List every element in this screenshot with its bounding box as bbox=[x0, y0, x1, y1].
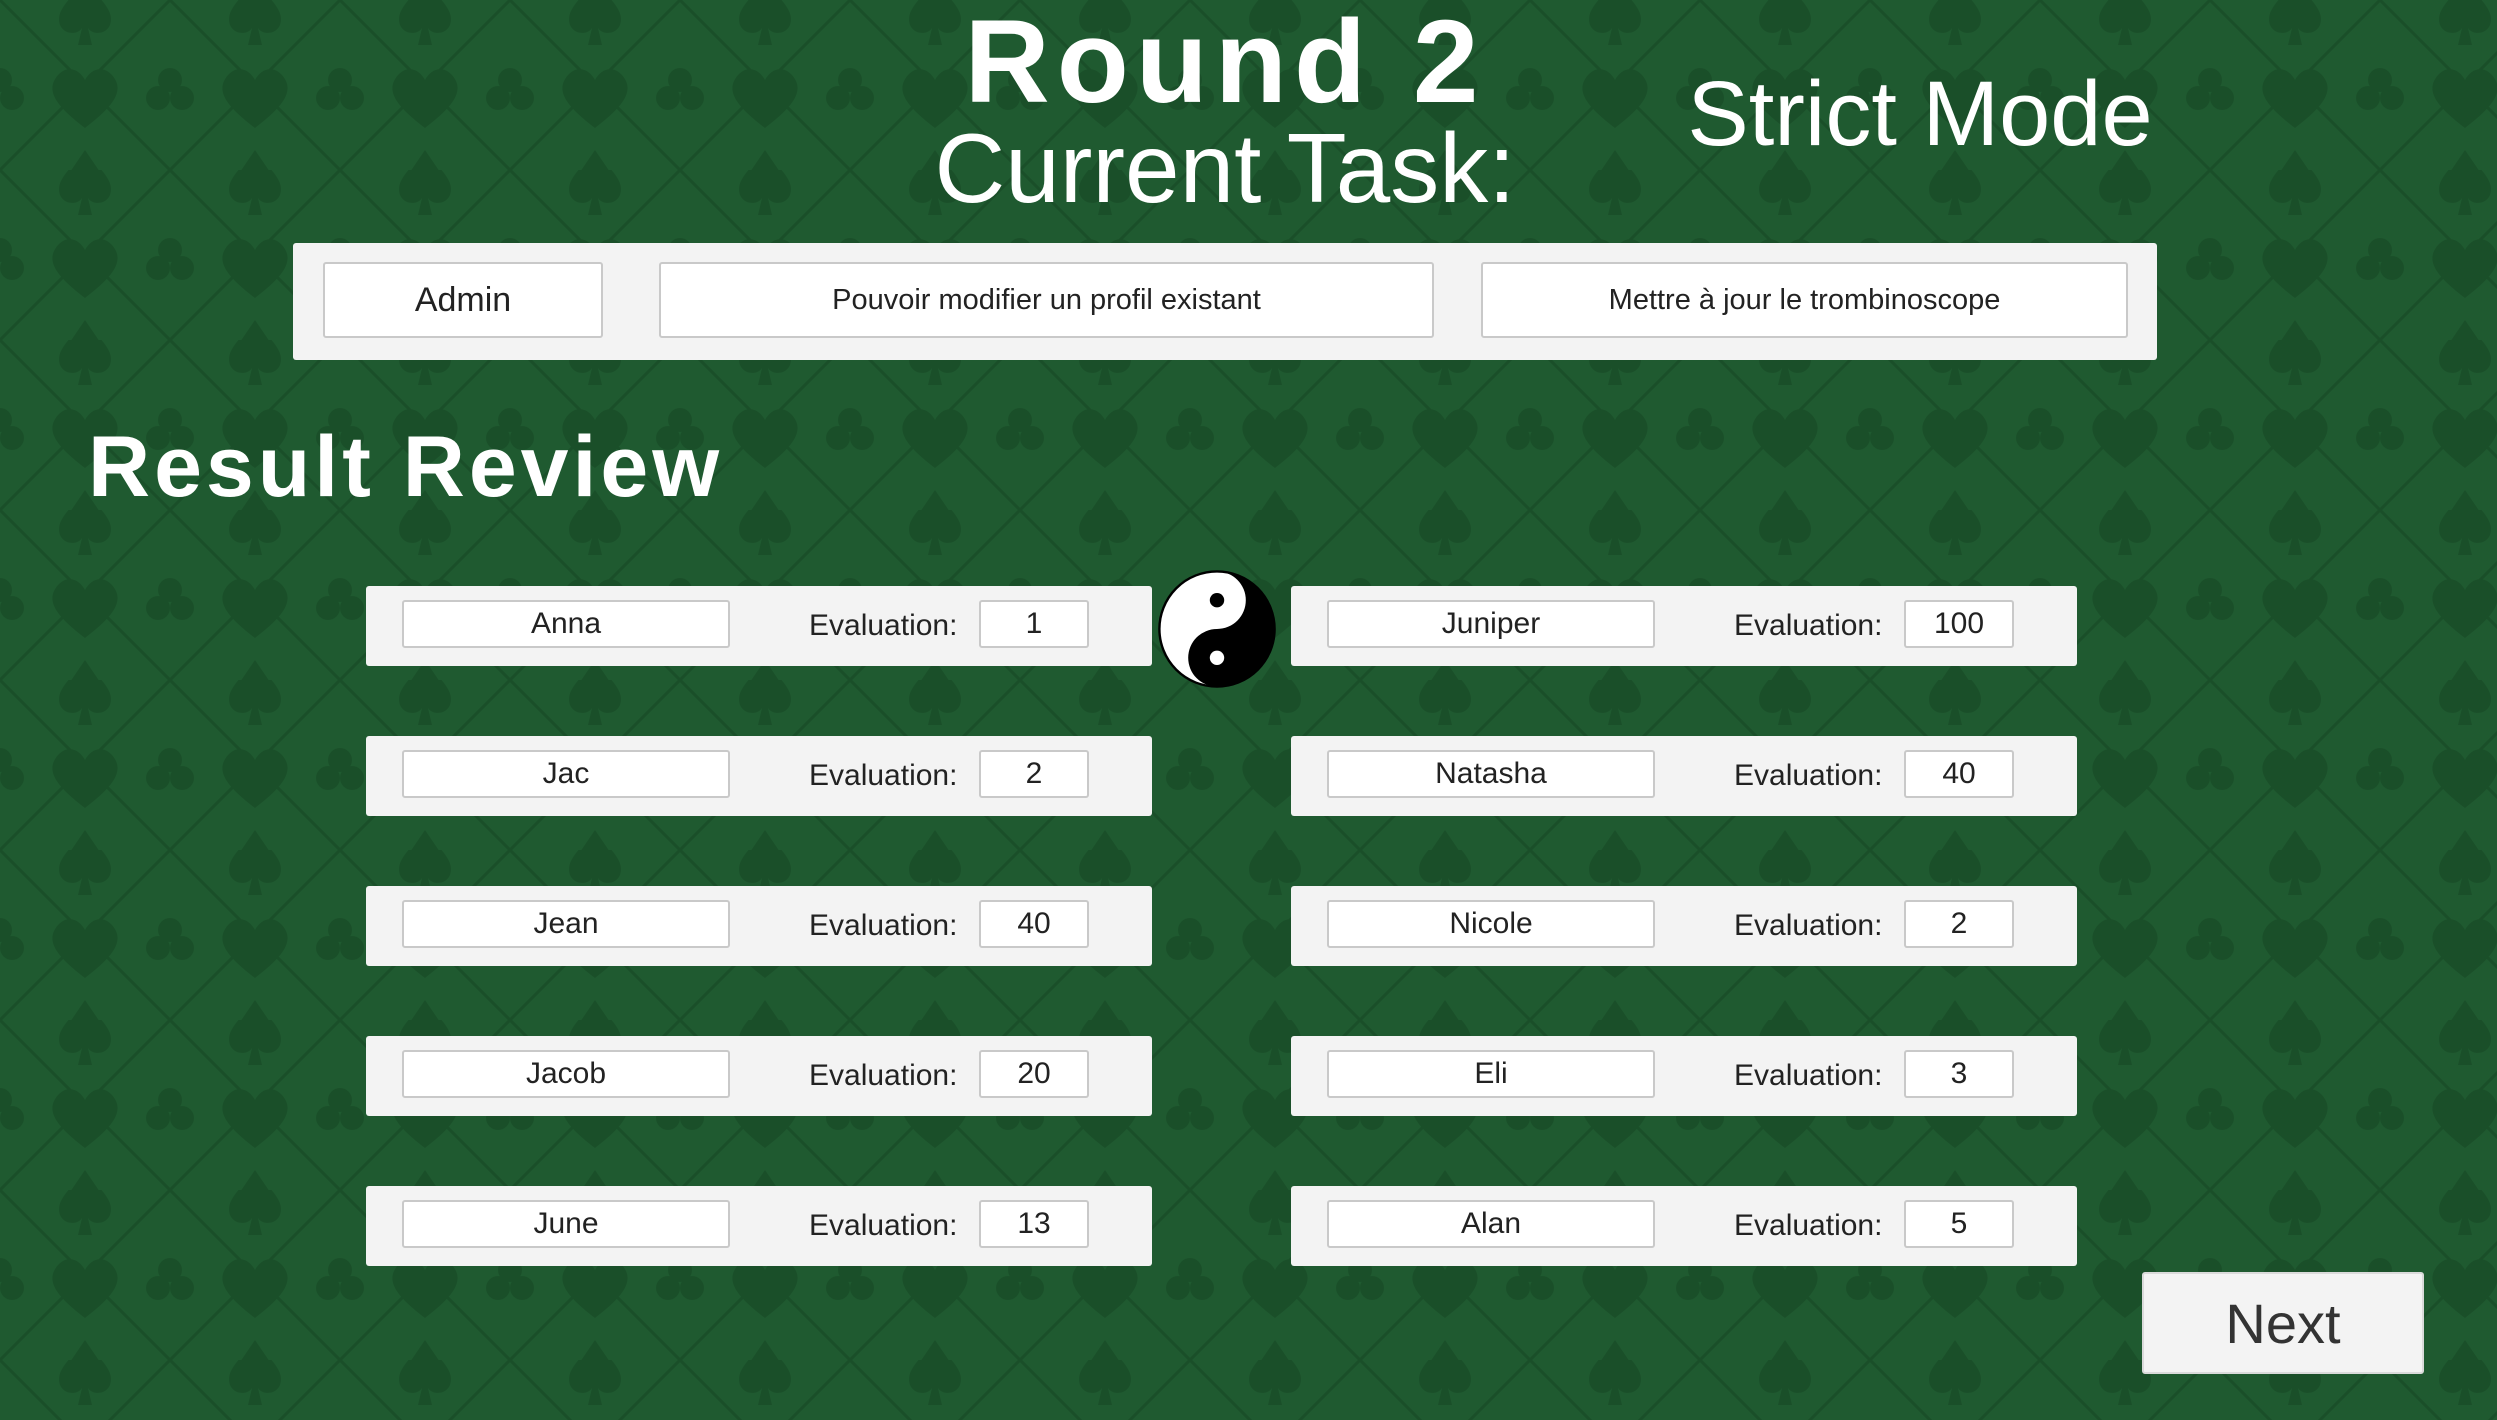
result-row: Eli Evaluation: 3 bbox=[1291, 1036, 2077, 1116]
evaluation-label: Evaluation: bbox=[809, 609, 958, 642]
player-name: Anna bbox=[402, 600, 730, 648]
result-row: Jean Evaluation: 40 bbox=[366, 886, 1152, 966]
result-row: Anna Evaluation: 1 bbox=[366, 586, 1152, 666]
evaluation-score: 40 bbox=[979, 900, 1089, 948]
result-row: Natasha Evaluation: 40 bbox=[1291, 736, 2077, 816]
evaluation-label: Evaluation: bbox=[809, 759, 958, 792]
task-role-box: Admin bbox=[323, 262, 603, 338]
evaluation-label: Evaluation: bbox=[1734, 759, 1883, 792]
result-row: Alan Evaluation: 5 bbox=[1291, 1186, 2077, 1266]
result-row: June Evaluation: 13 bbox=[366, 1186, 1152, 1266]
result-row: Nicole Evaluation: 2 bbox=[1291, 886, 2077, 966]
player-name: Jac bbox=[402, 750, 730, 798]
player-name: Jean bbox=[402, 900, 730, 948]
evaluation-label: Evaluation: bbox=[1734, 1059, 1883, 1092]
player-name: Nicole bbox=[1327, 900, 1655, 948]
result-row: Juniper Evaluation: 100 bbox=[1291, 586, 2077, 666]
evaluation-label: Evaluation: bbox=[1734, 909, 1883, 942]
evaluation-score: 100 bbox=[1904, 600, 2014, 648]
result-row: Jac Evaluation: 2 bbox=[366, 736, 1152, 816]
next-button[interactable]: Next bbox=[2142, 1272, 2424, 1374]
evaluation-label: Evaluation: bbox=[809, 1209, 958, 1242]
evaluation-score: 2 bbox=[979, 750, 1089, 798]
evaluation-score: 40 bbox=[1904, 750, 2014, 798]
player-name: June bbox=[402, 1200, 730, 1248]
evaluation-score: 20 bbox=[979, 1050, 1089, 1098]
mode-title: Strict Mode bbox=[1687, 63, 2153, 165]
evaluation-score: 2 bbox=[1904, 900, 2014, 948]
evaluation-score: 1 bbox=[979, 600, 1089, 648]
task-panel: Admin Pouvoir modifier un profil existan… bbox=[293, 243, 2157, 360]
evaluation-score: 5 bbox=[1904, 1200, 2014, 1248]
evaluation-label: Evaluation: bbox=[809, 909, 958, 942]
evaluation-score: 3 bbox=[1904, 1050, 2014, 1098]
player-name: Alan bbox=[1327, 1200, 1655, 1248]
result-review-title: Result Review bbox=[88, 419, 724, 515]
player-name: Jacob bbox=[402, 1050, 730, 1098]
evaluation-label: Evaluation: bbox=[1734, 609, 1883, 642]
evaluation-label: Evaluation: bbox=[1734, 1209, 1883, 1242]
task-goal-box: Pouvoir modifier un profil existant bbox=[659, 262, 1434, 338]
player-name: Eli bbox=[1327, 1050, 1655, 1098]
player-name: Natasha bbox=[1327, 750, 1655, 798]
task-action-box: Mettre à jour le trombinoscope bbox=[1481, 262, 2128, 338]
yin-yang-icon bbox=[1158, 570, 1276, 688]
player-name: Juniper bbox=[1327, 600, 1655, 648]
result-row: Jacob Evaluation: 20 bbox=[366, 1036, 1152, 1116]
evaluation-score: 13 bbox=[979, 1200, 1089, 1248]
evaluation-label: Evaluation: bbox=[809, 1059, 958, 1092]
